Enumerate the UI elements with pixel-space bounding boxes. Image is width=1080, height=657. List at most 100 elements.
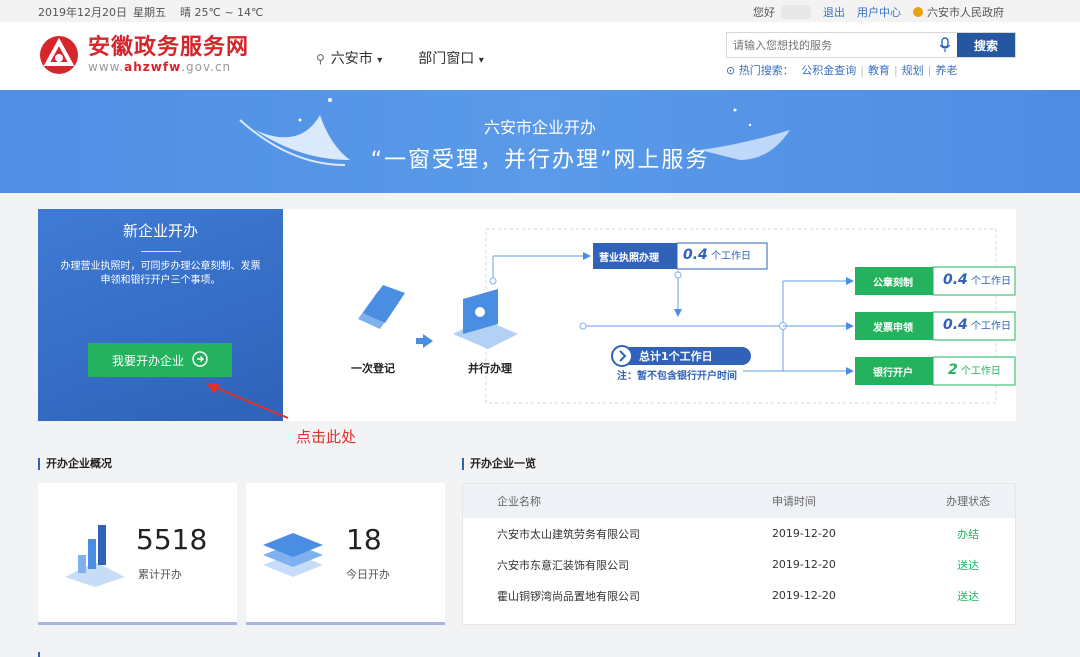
invoice-days: 0.4 个工作日 xyxy=(943,317,1011,333)
column-header: 申请时间 xyxy=(771,495,816,508)
separator: | xyxy=(927,64,932,77)
table-row[interactable]: 六安市太山建筑劳务有限公司 2019-12-20 办结 xyxy=(463,518,1015,549)
bank-days-unit: 个工作日 xyxy=(960,366,1001,377)
table-row[interactable]: 六安市东意汇装饰有限公司 2019-12-20 送达 xyxy=(463,549,1015,580)
gov-link[interactable]: 六安市人民政府 xyxy=(913,4,1004,20)
main-nav: ⚲ 六安市 ▾ 部门窗口 ▾ xyxy=(316,48,484,68)
start-company-button[interactable]: 我要开办企业 xyxy=(88,343,232,377)
flow-diagram xyxy=(358,228,1016,404)
annotation-text: 点击此处 xyxy=(296,428,357,446)
banner-title: “一窗受理，并行办理”网上服务 xyxy=(370,148,710,173)
column-header: 办理状态 xyxy=(946,495,991,508)
company-list-title: 开办企业一览 xyxy=(462,458,536,470)
search-area: 搜索 ⊙ 热门搜索： 公积金查询|教育|规划|养老 xyxy=(726,32,1016,78)
search-button[interactable]: 搜索 xyxy=(957,33,1015,57)
logo-url-brand: ahzwfw xyxy=(124,60,182,74)
company-name: 六安市东意汇装饰有限公司 xyxy=(497,558,629,572)
search-input[interactable] xyxy=(727,33,933,57)
location-pin-icon: ⚲ xyxy=(316,52,325,66)
column-header: 企业名称 xyxy=(497,495,541,508)
user-links: 您好 退出 用户中心 六安市人民政府 xyxy=(753,4,1004,20)
logo-url-suffix: .gov.cn xyxy=(181,60,232,74)
company-name: 霍山铜锣湾尚品置地有限公司 xyxy=(497,589,640,603)
search-box: 搜索 xyxy=(726,32,1016,58)
apply-date: 2019-12-20 xyxy=(771,558,836,571)
header: 安徽政务服务网 www.ahzwfw.gov.cn ⚲ 六安市 ▾ 部门窗口 ▾ … xyxy=(0,22,1080,90)
location-dropdown[interactable]: ⚲ 六安市 ▾ xyxy=(316,48,382,68)
bank-days: 2 个工作日 xyxy=(948,362,1001,378)
hot-search: ⊙ 热门搜索： 公积金查询 | 教育 | 规划 | 养老 xyxy=(726,62,1016,78)
new-company-title: 新企业开办 xyxy=(122,222,198,240)
arrow-right-circle-icon xyxy=(192,350,208,370)
layers-icon xyxy=(263,533,323,577)
chevron-down-icon: ▾ xyxy=(377,55,383,66)
hot-item[interactable]: 养老 xyxy=(935,64,957,77)
divider xyxy=(140,251,181,252)
total-opened-card: 5518 累计开办 xyxy=(38,483,237,625)
step-register-label: 一次登记 xyxy=(351,362,395,375)
new-company-description: 办理营业执照时，可同步办理公章刻制、发票申领和银行开户三个事项。 xyxy=(60,261,261,286)
license-days-value: 0.4 xyxy=(683,247,708,263)
total-opened-value: 5518 xyxy=(136,523,208,556)
weekday-text: 星期五 xyxy=(133,6,166,19)
today-opened-card: 18 今日开办 xyxy=(246,483,445,625)
logo-url: www.ahzwfw.gov.cn xyxy=(88,60,249,74)
hot-item[interactable]: 规划 xyxy=(902,64,924,77)
new-company-card: 新企业开办 办理营业执照时，可同步办理公章刻制、发票申领和银行开户三个事项。 我… xyxy=(38,209,1016,421)
banner: 六安市企业开办 “一窗受理，并行办理”网上服务 xyxy=(0,90,1080,193)
license-label: 营业执照办理 xyxy=(599,253,659,264)
overview-title: 开办企业概况 xyxy=(38,458,112,470)
today-opened-label: 今日开办 xyxy=(346,568,390,581)
user-center-link[interactable]: 用户中心 xyxy=(857,4,901,20)
username-placeholder xyxy=(781,5,811,19)
hot-item[interactable]: 公积金查询 xyxy=(801,64,856,77)
license-days: 0.4 个工作日 xyxy=(683,247,751,263)
department-label: 部门窗口 xyxy=(418,51,475,67)
company-name: 六安市太山建筑劳务有限公司 xyxy=(497,527,640,541)
apply-date: 2019-12-20 xyxy=(771,589,836,602)
date-text: 2019年12月20日 xyxy=(38,6,127,19)
seal-days: 0.4 个工作日 xyxy=(943,272,1011,288)
top-bar: 2019年12月20日 星期五 晴 25℃ ~ 14℃ 您好 退出 用户中心 六安市… xyxy=(0,0,1080,22)
seal-label: 公章刻制 xyxy=(873,278,913,289)
bank-note: 注：暂不包含银行开户时间 xyxy=(617,371,737,382)
weather-text: 晴 25℃ ~ 14℃ xyxy=(180,6,264,19)
separator: | xyxy=(893,64,898,77)
site-logo[interactable]: 安徽政务服务网 www.ahzwfw.gov.cn xyxy=(38,34,249,76)
today-opened-value: 18 xyxy=(346,523,382,556)
fire-icon: ⊙ xyxy=(726,64,736,77)
date-weather: 2019年12月20日 星期五 晴 25℃ ~ 14℃ xyxy=(38,4,277,20)
greeting-text: 您好 xyxy=(753,6,775,19)
invoice-days-unit: 个工作日 xyxy=(971,321,1011,332)
logo-url-prefix: www. xyxy=(88,60,125,74)
bank-label: 银行开户 xyxy=(873,368,913,379)
total-days: 总计1个工作日 xyxy=(639,350,713,363)
table-header: 企业名称 申请时间 办理状态 xyxy=(463,484,1015,518)
laptop-icon xyxy=(453,289,518,349)
table-row[interactable]: 霍山铜锣湾尚品置地有限公司 2019-12-20 送达 xyxy=(463,580,1015,611)
microphone-icon[interactable] xyxy=(933,33,957,57)
emblem-icon xyxy=(913,7,923,17)
register-icon xyxy=(358,259,405,329)
status-badge: 送达 xyxy=(957,558,980,572)
logo-title: 安徽政务服务网 xyxy=(88,35,250,60)
seal-days-value: 0.4 xyxy=(943,272,968,288)
bar-chart-icon xyxy=(65,525,125,587)
annotation-arrow xyxy=(206,383,289,419)
company-table: 企业名称 申请时间 办理状态 六安市太山建筑劳务有限公司 2019-12-20 … xyxy=(462,483,1016,625)
separator: | xyxy=(860,64,864,77)
seal-days-unit: 个工作日 xyxy=(971,276,1011,287)
license-days-unit: 个工作日 xyxy=(711,251,751,262)
bank-days-value: 2 xyxy=(948,362,958,378)
apply-date: 2019-12-20 xyxy=(771,527,836,540)
logout-link[interactable]: 退出 xyxy=(823,4,845,20)
hot-item[interactable]: 教育 xyxy=(868,64,890,77)
total-opened-label: 累计开办 xyxy=(138,568,182,581)
gov-link-label: 六安市人民政府 xyxy=(927,6,1004,19)
process-flow: 一次登记 并行办理 营业执照办理 0.4 个工作日 总计1个工作日 注：暂不包含… xyxy=(283,209,1016,421)
location-label: 六安市 xyxy=(330,51,373,67)
status-badge: 送达 xyxy=(957,589,980,603)
logo-icon xyxy=(38,34,80,76)
department-dropdown[interactable]: 部门窗口 ▾ xyxy=(418,48,483,68)
hot-label: 热门搜索： xyxy=(738,64,794,77)
